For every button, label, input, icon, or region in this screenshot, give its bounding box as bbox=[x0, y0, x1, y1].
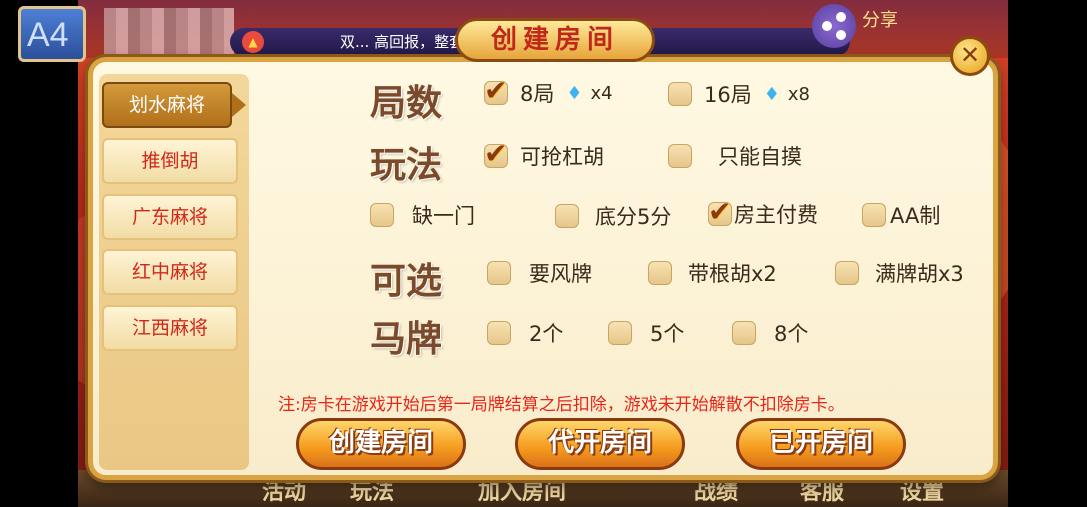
option-host-pays[interactable]: 房主付费 bbox=[708, 195, 818, 229]
share-icon[interactable] bbox=[812, 4, 856, 48]
cost-label: x8 bbox=[787, 83, 810, 105]
player-avatar[interactable]: A4 bbox=[18, 6, 86, 62]
checkbox[interactable] bbox=[862, 203, 886, 227]
option-label: AA制 bbox=[890, 204, 941, 228]
option-gen-hu[interactable]: 带根胡x2 bbox=[648, 258, 777, 288]
option-horse-8[interactable]: 8个 bbox=[732, 318, 808, 348]
cost-label: x4 bbox=[590, 82, 613, 104]
sidebar-item-huashui[interactable]: 划水麻将 bbox=[102, 82, 246, 128]
option-label: 房主付费 bbox=[734, 203, 818, 227]
option-label: 8个 bbox=[774, 322, 809, 346]
checkbox[interactable] bbox=[668, 144, 692, 168]
option-label: 8局 bbox=[520, 82, 555, 106]
diamond-icon: ♦ bbox=[566, 82, 583, 104]
option-label: 带根胡x2 bbox=[688, 262, 777, 286]
dialog-title: 创建房间 bbox=[455, 18, 655, 62]
checkbox[interactable] bbox=[608, 321, 632, 345]
option-self-draw-only[interactable]: 只能自摸 bbox=[668, 141, 802, 171]
option-full-hand-hu[interactable]: 满牌胡x3 bbox=[835, 258, 964, 288]
option-qiang-gang-hu[interactable]: 可抢杠胡 bbox=[484, 137, 604, 171]
checkbox[interactable] bbox=[487, 261, 511, 285]
option-label: 可抢杠胡 bbox=[520, 145, 604, 169]
option-wind-tiles[interactable]: 要风牌 bbox=[487, 258, 592, 288]
checkbox[interactable] bbox=[732, 321, 756, 345]
checkbox[interactable] bbox=[835, 261, 859, 285]
option-label: 2个 bbox=[529, 322, 564, 346]
option-label: 要风牌 bbox=[529, 262, 592, 286]
checkbox[interactable] bbox=[648, 261, 672, 285]
option-label: 只能自摸 bbox=[718, 145, 802, 169]
checkbox[interactable] bbox=[708, 195, 732, 228]
checkbox[interactable] bbox=[555, 204, 579, 228]
create-room-button[interactable]: 创建房间 bbox=[296, 418, 466, 470]
checkbox[interactable] bbox=[484, 74, 508, 107]
optional-title: 可选 bbox=[370, 260, 443, 302]
option-label: 16局 bbox=[704, 83, 752, 107]
option-label: 满牌胡x3 bbox=[875, 262, 964, 286]
share-label[interactable]: 分享 bbox=[862, 6, 898, 32]
opened-rooms-button[interactable]: 已开房间 bbox=[736, 418, 906, 470]
checkbox[interactable] bbox=[487, 321, 511, 345]
proxy-room-button[interactable]: 代开房间 bbox=[515, 418, 685, 470]
sidebar-item-tuidaohu[interactable]: 推倒胡 bbox=[102, 138, 238, 184]
option-label: 底分5分 bbox=[595, 205, 672, 229]
checkbox[interactable] bbox=[668, 82, 692, 106]
option-8-rounds[interactable]: 8局 ♦ x4 bbox=[484, 74, 613, 108]
option-label: 缺一门 bbox=[412, 204, 475, 228]
player-name-blurred bbox=[104, 8, 234, 56]
announcement-icon: ▲ bbox=[242, 31, 264, 53]
diamond-icon: ♦ bbox=[763, 83, 780, 105]
option-label: 5个 bbox=[650, 322, 685, 346]
option-horse-5[interactable]: 5个 bbox=[608, 318, 684, 348]
avatar-label: A4 bbox=[27, 16, 69, 54]
close-button[interactable]: ✕ bbox=[950, 36, 990, 76]
checkbox[interactable] bbox=[484, 137, 508, 170]
sidebar-item-jiangxi[interactable]: 江西麻将 bbox=[102, 305, 238, 351]
sidebar-item-guangdong[interactable]: 广东麻将 bbox=[102, 194, 238, 240]
option-que-yi-men[interactable]: 缺一门 bbox=[370, 200, 475, 230]
sidebar-item-hongzhong[interactable]: 红中麻将 bbox=[102, 249, 238, 295]
horse-title: 马牌 bbox=[370, 318, 443, 360]
rounds-title: 局数 bbox=[370, 82, 443, 124]
room-card-note: 注:房卡在游戏开始后第一局牌结算之后扣除，游戏未开始解散不扣除房卡。 bbox=[278, 395, 845, 415]
option-aa[interactable]: AA制 bbox=[862, 200, 940, 230]
option-base-score-5[interactable]: 底分5分 bbox=[555, 201, 671, 231]
option-16-rounds[interactable]: 16局 ♦ x8 bbox=[668, 79, 810, 109]
option-horse-2[interactable]: 2个 bbox=[487, 318, 563, 348]
close-icon: ✕ bbox=[959, 41, 981, 69]
gameplay-title: 玩法 bbox=[370, 144, 443, 186]
checkbox[interactable] bbox=[370, 203, 394, 227]
